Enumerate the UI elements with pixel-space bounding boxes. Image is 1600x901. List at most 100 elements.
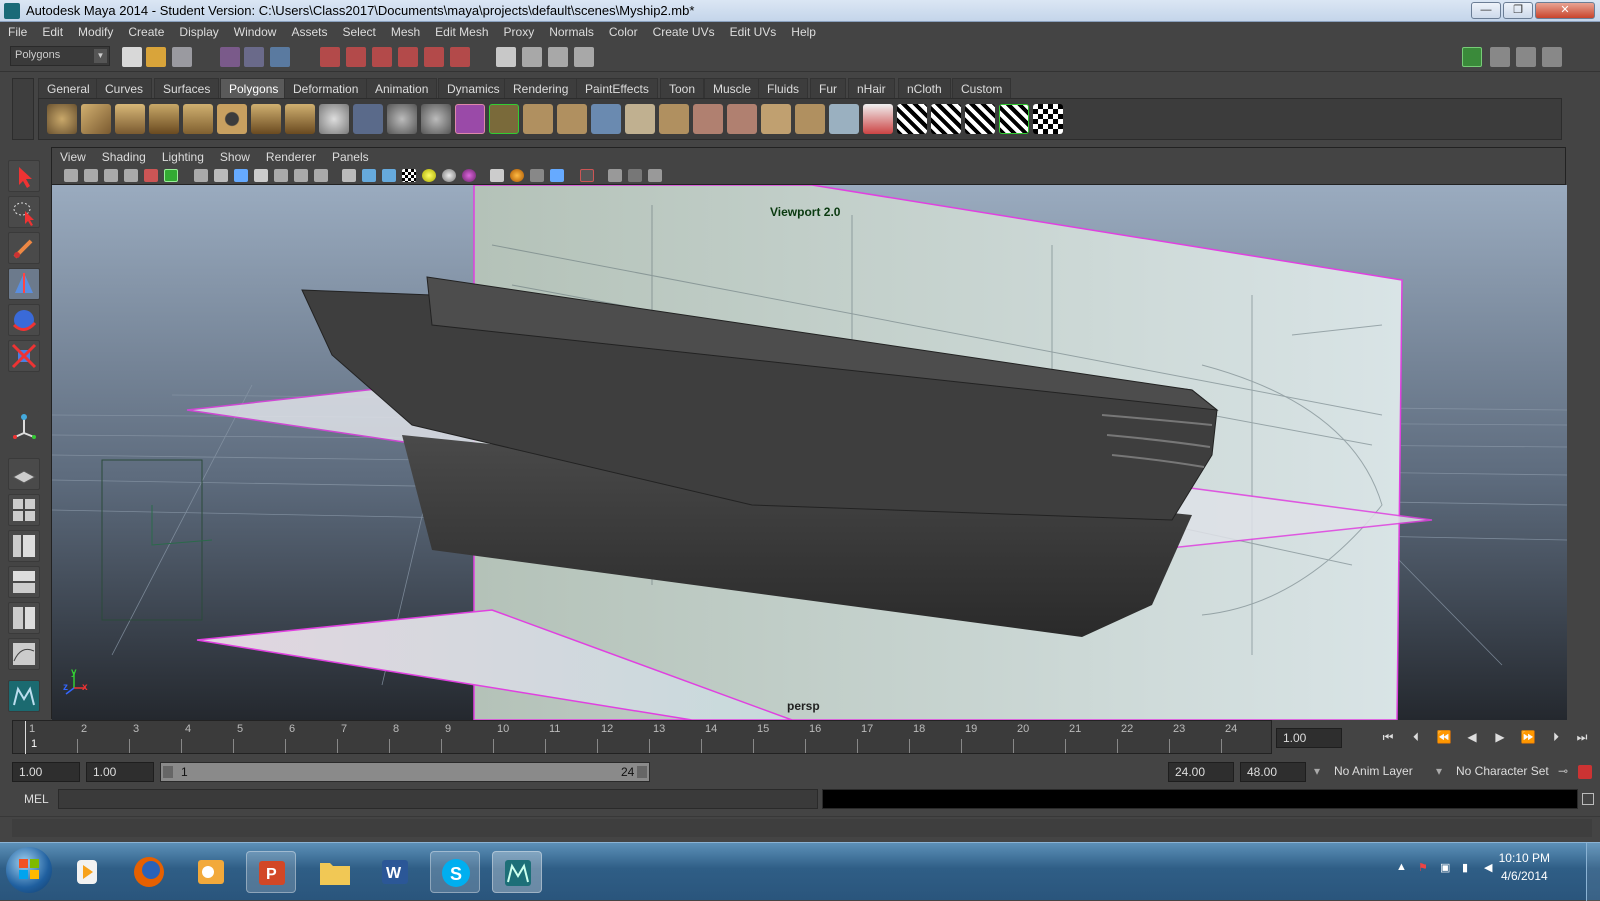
vp-menu-lighting[interactable]: Lighting [154, 148, 212, 164]
four-view-layout-icon[interactable] [8, 494, 40, 526]
shelf-menu-handle[interactable] [12, 78, 34, 140]
safe-title-icon[interactable] [314, 169, 328, 182]
playback-end-field[interactable]: 24.00 [1168, 762, 1234, 782]
end-time-field[interactable]: 48.00 [1240, 762, 1306, 782]
fill-hole-icon[interactable] [761, 104, 791, 134]
make-live-icon[interactable] [424, 47, 444, 67]
step-forward-key-icon[interactable]: ⏩ [1518, 730, 1538, 748]
menu-assets[interactable]: Assets [283, 22, 334, 39]
select-tool-icon[interactable] [8, 160, 40, 192]
shadows-icon[interactable] [462, 169, 476, 182]
vp-menu-shading[interactable]: Shading [94, 148, 154, 164]
command-input[interactable] [58, 789, 818, 809]
graph-editor-layout-icon[interactable] [8, 638, 40, 670]
volume-icon[interactable]: ◀ [1484, 861, 1500, 877]
word-icon[interactable]: W [370, 851, 420, 893]
multisample-aa-icon[interactable] [530, 169, 544, 182]
depth-of-field-icon[interactable] [550, 169, 564, 182]
safe-action-icon[interactable] [294, 169, 308, 182]
modeling-toolkit-icon[interactable] [1462, 47, 1482, 67]
smooth-icon[interactable] [421, 104, 451, 134]
media-player-icon[interactable] [62, 851, 112, 893]
uv-texture-editor-icon[interactable] [1033, 104, 1063, 134]
single-perspective-layout-icon[interactable] [8, 458, 40, 490]
camera-attributes-icon[interactable] [84, 169, 98, 182]
outlook-icon[interactable] [186, 851, 236, 893]
wireframe-on-shaded-icon[interactable] [382, 169, 396, 182]
snap-view-plane-icon[interactable] [398, 47, 418, 67]
menu-select[interactable]: Select [334, 22, 382, 39]
render-view-icon[interactable] [496, 47, 516, 67]
tab-deformation[interactable]: Deformation [284, 78, 368, 98]
field-chart-icon[interactable] [274, 169, 288, 182]
insert-edge-loop-icon[interactable] [625, 104, 655, 134]
bridge-icon[interactable] [523, 104, 553, 134]
close-button[interactable]: ✕ [1535, 2, 1595, 19]
vp-menu-show[interactable]: Show [212, 148, 258, 164]
go-to-start-icon[interactable]: ⏮ [1378, 730, 1398, 748]
vp-menu-panels[interactable]: Panels [324, 148, 377, 164]
channel-box-icon[interactable] [1542, 47, 1562, 67]
persp-graph-layout-icon[interactable] [8, 566, 40, 598]
chevron-down-icon[interactable]: ▾ [1314, 762, 1320, 782]
sculpt-geometry-icon[interactable] [863, 104, 893, 134]
xray-icon[interactable] [608, 169, 622, 182]
merge-vertices-icon[interactable] [727, 104, 757, 134]
use-all-lights-icon[interactable] [442, 169, 456, 182]
wireframe-icon[interactable] [342, 169, 356, 182]
persp-outliner-layout-icon[interactable] [8, 530, 40, 562]
action-center-icon[interactable]: ⚑ [1418, 861, 1434, 877]
gate-mask-icon[interactable] [254, 169, 268, 182]
powerpoint-icon[interactable]: P [246, 851, 296, 893]
tool-settings-icon[interactable] [1516, 47, 1536, 67]
playback-start-field[interactable]: 1.00 [86, 762, 154, 782]
tab-dynamics[interactable]: Dynamics [438, 78, 509, 98]
menu-normals[interactable]: Normals [541, 22, 601, 39]
scale-tool-icon[interactable] [8, 340, 40, 372]
quadrangulate-icon[interactable] [829, 104, 859, 134]
select-camera-icon[interactable] [64, 169, 78, 182]
new-scene-icon[interactable] [122, 47, 142, 67]
script-editor-icon[interactable] [1582, 793, 1594, 805]
poly-cone-icon[interactable] [149, 104, 179, 134]
poly-cylinder-icon[interactable] [115, 104, 145, 134]
menu-set-dropdown[interactable]: Polygons ▼ [10, 46, 110, 66]
menu-help[interactable]: Help [783, 22, 823, 39]
menu-proxy[interactable]: Proxy [496, 22, 542, 39]
start-button[interactable] [6, 847, 52, 893]
triangulate-icon[interactable] [795, 104, 825, 134]
script-language-label[interactable]: MEL [24, 792, 49, 806]
anim-layer-dropdown[interactable]: No Anim Layer [1334, 762, 1413, 782]
move-tool-icon[interactable] [8, 268, 40, 300]
isolate-select-icon[interactable] [580, 169, 594, 182]
tab-animation[interactable]: Animation [366, 78, 438, 98]
default-lighting-icon[interactable] [422, 169, 436, 182]
character-set-dropdown[interactable]: No Character Set [1456, 762, 1549, 782]
time-slider[interactable]: 1 1 2 3 4 5 6 7 8 9 10 11 12 13 14 15 16… [12, 720, 1272, 754]
mirror-geometry-icon[interactable] [455, 104, 485, 134]
go-to-end-icon[interactable]: ⏭ [1572, 730, 1592, 748]
chevron-down-icon[interactable]: ▾ [1436, 762, 1442, 782]
start-time-field[interactable]: 1.00 [12, 762, 80, 782]
ipr-render-icon[interactable] [548, 47, 568, 67]
skype-icon[interactable]: S [430, 851, 480, 893]
smooth-shade-icon[interactable] [362, 169, 376, 182]
snap-grid-icon[interactable] [320, 47, 340, 67]
tab-fur[interactable]: Fur [810, 78, 846, 98]
maya-home-icon[interactable] [8, 680, 40, 712]
open-scene-icon[interactable] [146, 47, 166, 67]
grid-toggle-icon[interactable] [194, 169, 208, 182]
tab-rendering[interactable]: Rendering [504, 78, 578, 98]
render-current-frame-icon[interactable] [522, 47, 542, 67]
split-polygon-icon[interactable] [591, 104, 621, 134]
poly-prism-icon[interactable] [251, 104, 281, 134]
motion-blur-icon[interactable] [510, 169, 524, 182]
safely-remove-hardware-icon[interactable]: ▣ [1440, 861, 1456, 877]
menu-edit[interactable]: Edit [34, 22, 70, 39]
poly-torus-icon[interactable] [217, 104, 247, 134]
range-start-handle[interactable] [163, 766, 173, 778]
poly-cube-icon[interactable] [81, 104, 111, 134]
rotate-tool-icon[interactable] [8, 304, 40, 336]
bookmarks-icon[interactable] [104, 169, 118, 182]
menu-mesh[interactable]: Mesh [383, 22, 427, 39]
